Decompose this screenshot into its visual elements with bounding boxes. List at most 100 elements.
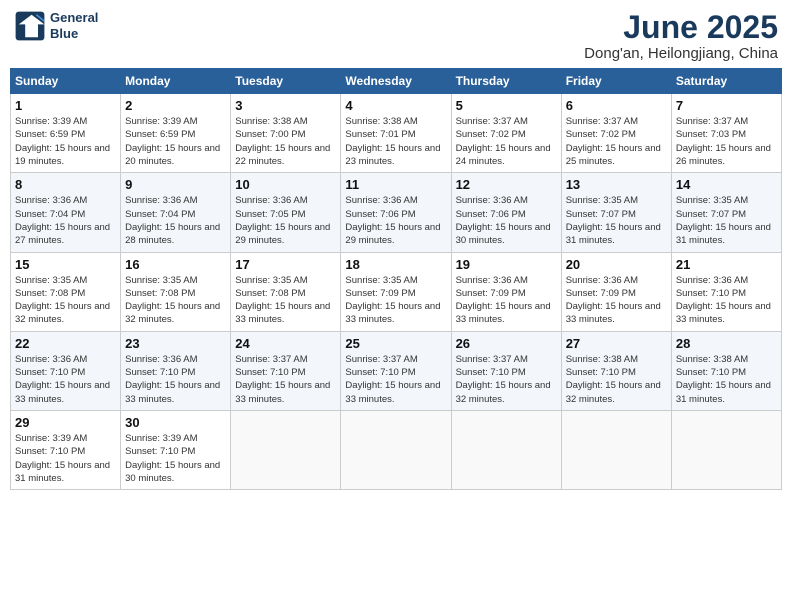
col-tuesday: Tuesday [231,69,341,94]
calendar-week-3: 15 Sunrise: 3:35 AMSunset: 7:08 PMDayligh… [11,252,782,331]
day-info: Sunrise: 3:39 AMSunset: 7:10 PMDaylight:… [125,433,220,484]
col-monday: Monday [121,69,231,94]
day-number: 24 [235,336,336,351]
day-number: 6 [566,98,667,113]
day-info: Sunrise: 3:39 AMSunset: 6:59 PMDaylight:… [15,116,110,167]
day-info: Sunrise: 3:36 AMSunset: 7:05 PMDaylight:… [235,195,330,246]
day-number: 12 [456,177,557,192]
table-row: 14 Sunrise: 3:35 AMSunset: 7:07 PMDayligh… [671,173,781,252]
table-row: 6Sunrise: 3:37 AMSunset: 7:02 PMDaylight… [561,94,671,173]
logo-line2: Blue [50,26,98,42]
table-row [341,410,451,489]
table-row: 15 Sunrise: 3:35 AMSunset: 7:08 PMDayligh… [11,252,121,331]
day-info: Sunrise: 3:36 AMSunset: 7:10 PMDaylight:… [125,354,220,405]
day-info: Sunrise: 3:35 AMSunset: 7:08 PMDaylight:… [235,275,330,326]
table-row: 23 Sunrise: 3:36 AMSunset: 7:10 PMDayligh… [121,331,231,410]
month-title: June 2025 [584,10,778,45]
title-block: June 2025 Dong'an, Heilongjiang, China [584,10,778,62]
col-wednesday: Wednesday [341,69,451,94]
day-number: 17 [235,257,336,272]
table-row: 11 Sunrise: 3:36 AMSunset: 7:06 PMDayligh… [341,173,451,252]
day-number: 1 [15,98,116,113]
day-info: Sunrise: 3:36 AMSunset: 7:10 PMDaylight:… [15,354,110,405]
day-info: Sunrise: 3:36 AMSunset: 7:06 PMDaylight:… [456,195,551,246]
calendar-week-4: 22 Sunrise: 3:36 AMSunset: 7:10 PMDayligh… [11,331,782,410]
table-row: 16 Sunrise: 3:35 AMSunset: 7:08 PMDayligh… [121,252,231,331]
day-info: Sunrise: 3:35 AMSunset: 7:08 PMDaylight:… [15,275,110,326]
table-row: 10 Sunrise: 3:36 AMSunset: 7:05 PMDayligh… [231,173,341,252]
col-sunday: Sunday [11,69,121,94]
day-info: Sunrise: 3:37 AMSunset: 7:10 PMDaylight:… [456,354,551,405]
table-row: 19Sunrise: 3:36 AMSunset: 7:09 PMDayligh… [451,252,561,331]
day-number: 18 [345,257,446,272]
table-row [231,410,341,489]
day-info: Sunrise: 3:38 AMSunset: 7:00 PMDaylight:… [235,116,330,167]
day-number: 3 [235,98,336,113]
day-number: 5 [456,98,557,113]
day-info: Sunrise: 3:37 AMSunset: 7:02 PMDaylight:… [456,116,551,167]
table-row: 27 Sunrise: 3:38 AMSunset: 7:10 PMDayligh… [561,331,671,410]
table-row: 12 Sunrise: 3:36 AMSunset: 7:06 PMDayligh… [451,173,561,252]
calendar-table: Sunday Monday Tuesday Wednesday Thursday… [10,68,782,490]
day-info: Sunrise: 3:39 AMSunset: 6:59 PMDaylight:… [125,116,220,167]
logo: General Blue [14,10,98,42]
table-row: 2 Sunrise: 3:39 AMSunset: 6:59 PMDaylight… [121,94,231,173]
day-number: 27 [566,336,667,351]
location-title: Dong'an, Heilongjiang, China [584,45,778,62]
day-number: 11 [345,177,446,192]
day-info: Sunrise: 3:35 AMSunset: 7:07 PMDaylight:… [566,195,661,246]
table-row: 20 Sunrise: 3:36 AMSunset: 7:09 PMDayligh… [561,252,671,331]
day-info: Sunrise: 3:35 AMSunset: 7:09 PMDaylight:… [345,275,440,326]
table-row: 3 Sunrise: 3:38 AMSunset: 7:00 PMDaylight… [231,94,341,173]
col-thursday: Thursday [451,69,561,94]
col-saturday: Saturday [671,69,781,94]
day-info: Sunrise: 3:36 AMSunset: 7:09 PMDaylight:… [566,275,661,326]
table-row [671,410,781,489]
day-number: 21 [676,257,777,272]
table-row: 17 Sunrise: 3:35 AMSunset: 7:08 PMDayligh… [231,252,341,331]
day-info: Sunrise: 3:35 AMSunset: 7:08 PMDaylight:… [125,275,220,326]
day-info: Sunrise: 3:36 AMSunset: 7:10 PMDaylight:… [676,275,771,326]
day-info: Sunrise: 3:38 AMSunset: 7:10 PMDaylight:… [676,354,771,405]
day-number: 20 [566,257,667,272]
calendar-week-2: 8Sunrise: 3:36 AMSunset: 7:04 PMDaylight… [11,173,782,252]
table-row: 7 Sunrise: 3:37 AMSunset: 7:03 PMDaylight… [671,94,781,173]
table-row: 1 Sunrise: 3:39 AMSunset: 6:59 PMDaylight… [11,94,121,173]
day-number: 28 [676,336,777,351]
table-row: 30 Sunrise: 3:39 AMSunset: 7:10 PMDayligh… [121,410,231,489]
day-number: 10 [235,177,336,192]
day-number: 2 [125,98,226,113]
day-info: Sunrise: 3:37 AMSunset: 7:03 PMDaylight:… [676,116,771,167]
table-row [561,410,671,489]
table-row: 8Sunrise: 3:36 AMSunset: 7:04 PMDaylight… [11,173,121,252]
logo-line1: General [50,10,98,26]
day-number: 7 [676,98,777,113]
table-row: 26 Sunrise: 3:37 AMSunset: 7:10 PMDayligh… [451,331,561,410]
day-number: 23 [125,336,226,351]
logo-icon [14,10,46,42]
day-info: Sunrise: 3:35 AMSunset: 7:07 PMDaylight:… [676,195,771,246]
table-row: 9Sunrise: 3:36 AMSunset: 7:04 PMDaylight… [121,173,231,252]
day-number: 22 [15,336,116,351]
day-info: Sunrise: 3:36 AMSunset: 7:06 PMDaylight:… [345,195,440,246]
day-number: 30 [125,415,226,430]
calendar-week-5: 29 Sunrise: 3:39 AMSunset: 7:10 PMDayligh… [11,410,782,489]
day-number: 13 [566,177,667,192]
day-number: 16 [125,257,226,272]
day-info: Sunrise: 3:38 AMSunset: 7:10 PMDaylight:… [566,354,661,405]
logo-text: General Blue [50,10,98,41]
day-number: 26 [456,336,557,351]
table-row: 22 Sunrise: 3:36 AMSunset: 7:10 PMDayligh… [11,331,121,410]
day-info: Sunrise: 3:36 AMSunset: 7:09 PMDaylight:… [456,275,551,326]
table-row [451,410,561,489]
calendar-header-row: Sunday Monday Tuesday Wednesday Thursday… [11,69,782,94]
day-number: 4 [345,98,446,113]
day-number: 15 [15,257,116,272]
day-number: 14 [676,177,777,192]
col-friday: Friday [561,69,671,94]
day-number: 25 [345,336,446,351]
day-number: 29 [15,415,116,430]
table-row: 13 Sunrise: 3:35 AMSunset: 7:07 PMDayligh… [561,173,671,252]
day-info: Sunrise: 3:37 AMSunset: 7:10 PMDaylight:… [235,354,330,405]
day-info: Sunrise: 3:36 AMSunset: 7:04 PMDaylight:… [125,195,220,246]
